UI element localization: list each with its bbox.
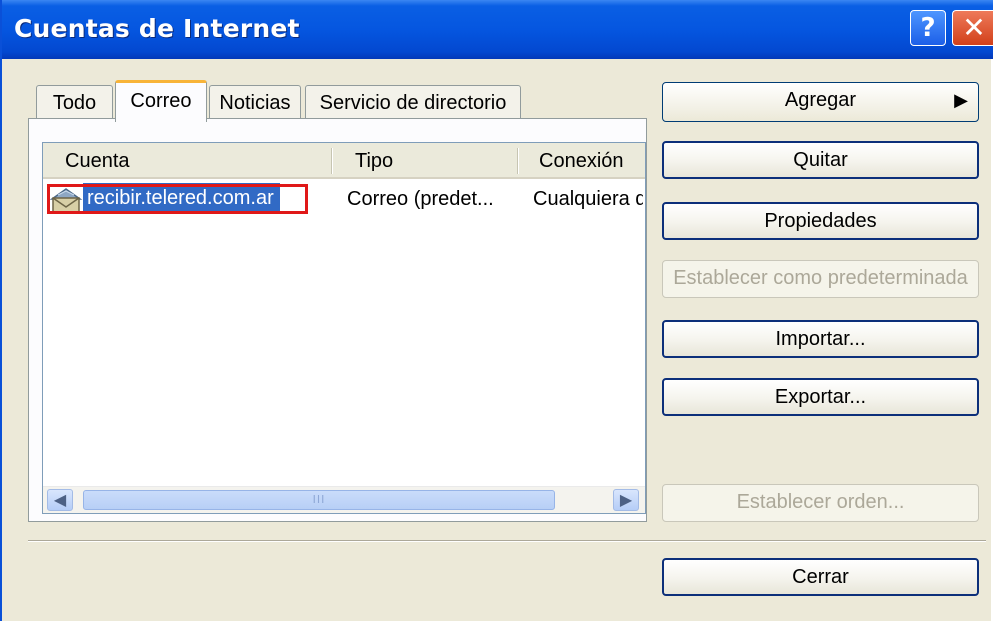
list-header: Cuenta Tipo Conexión [43, 143, 645, 179]
internet-accounts-window: Cuentas de Internet ? ✕ Todo Correo Noti… [0, 0, 993, 621]
column-header-tipo[interactable]: Tipo [355, 143, 505, 177]
help-button[interactable]: ? [910, 10, 946, 46]
accounts-list[interactable]: Cuenta Tipo Conexión recibir.telered.com… [42, 142, 646, 514]
title-bar[interactable]: Cuentas de Internet ? ✕ [2, 0, 993, 59]
arrow-right-icon: ▶ [619, 490, 633, 509]
window-title: Cuentas de Internet [14, 14, 300, 43]
tab-noticias[interactable]: Noticias [209, 85, 301, 119]
horizontal-scrollbar[interactable]: ◀ III ▶ [43, 486, 645, 513]
tab-correo[interactable]: Correo [115, 80, 207, 122]
set-default-button[interactable]: Establecer como predeterminada [662, 260, 979, 298]
arrow-left-icon: ◀ [53, 490, 67, 509]
divider [28, 540, 986, 542]
remove-button[interactable]: Quitar [662, 141, 979, 179]
properties-button[interactable]: Propiedades [662, 202, 979, 240]
column-divider[interactable] [331, 148, 333, 174]
import-button[interactable]: Importar... [662, 320, 979, 358]
tab-todo[interactable]: Todo [36, 85, 113, 119]
close-dialog-button[interactable]: Cerrar [662, 558, 979, 596]
add-button[interactable]: Agregar ▶ [662, 82, 979, 122]
column-header-conexion[interactable]: Conexión [539, 143, 645, 177]
export-button[interactable]: Exportar... [662, 378, 979, 416]
close-button[interactable]: ✕ [952, 10, 993, 46]
close-icon: ✕ [962, 11, 986, 44]
account-type: Correo (predet... [347, 188, 494, 210]
account-connection: Cualquiera d [533, 188, 643, 210]
scrollbar-thumb[interactable]: III [83, 490, 555, 510]
tab-servicio-de-directorio[interactable]: Servicio de directorio [305, 85, 521, 119]
set-order-button[interactable]: Establecer orden... [662, 484, 979, 522]
chevron-right-icon: ▶ [954, 90, 968, 110]
help-icon: ? [920, 13, 936, 43]
column-divider[interactable] [517, 148, 519, 174]
scroll-right-button[interactable]: ▶ [613, 489, 639, 511]
scroll-left-button[interactable]: ◀ [47, 489, 73, 511]
column-header-cuenta[interactable]: Cuenta [65, 143, 325, 177]
add-button-label: Agregar [784, 89, 857, 111]
highlight-annotation [47, 184, 308, 214]
table-row[interactable]: recibir.telered.com.ar Correo (predet...… [43, 181, 645, 217]
